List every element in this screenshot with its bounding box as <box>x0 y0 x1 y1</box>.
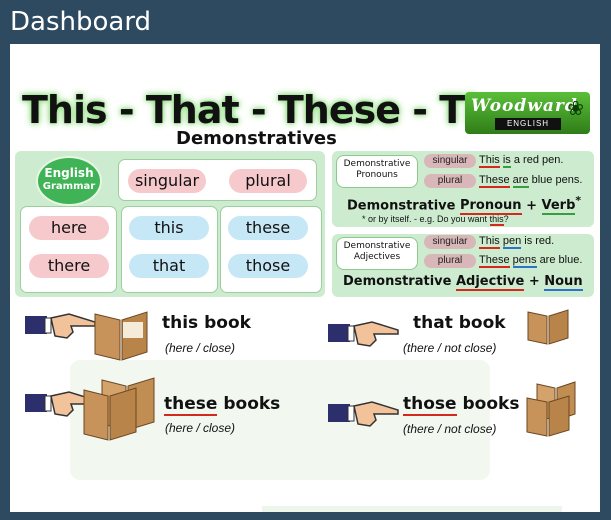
example-word: this <box>162 313 199 333</box>
title-bar: Dashboard <box>0 0 611 44</box>
window-title: Dashboard <box>10 7 152 37</box>
pronoun-example-2: These are blue pens. <box>479 174 583 188</box>
pronouns-singular-tag: singular <box>424 154 476 168</box>
ex-rest: a red pen. <box>513 154 564 166</box>
open-book-icon <box>527 309 569 345</box>
example-that-hint: (there / not close) <box>403 341 497 355</box>
example-noun: books <box>462 394 520 414</box>
example-noun: book <box>204 313 251 333</box>
ex-noun: pen <box>502 235 522 249</box>
pronouns-label: Demonstrative Pronouns <box>336 155 418 188</box>
header-singular: singular <box>128 169 206 193</box>
ex-noun: pens <box>512 254 537 268</box>
adjective-formula: Demonstrative Adjective + Noun <box>343 274 583 291</box>
ex-word: This <box>479 154 500 168</box>
pointing-hand-icon <box>328 401 399 427</box>
badge-line1: English <box>44 166 94 180</box>
woodward-logo: Woodward ❀ ENGLISH <box>465 92 590 134</box>
formula-part: + <box>528 274 540 289</box>
cell-that: that <box>129 254 209 278</box>
formula-part: Noun <box>544 274 583 291</box>
ex-verb: is <box>502 154 511 168</box>
example-noun: book <box>458 313 506 333</box>
example-those-hint: (there / not close) <box>403 422 497 436</box>
ex-word: These <box>479 254 510 268</box>
cell-these: these <box>228 216 308 240</box>
cell-there: there <box>29 254 109 278</box>
english-grammar-badge: English Grammar <box>36 156 102 206</box>
fern-icon: ❀ <box>567 98 584 120</box>
example-these-hint: (here / close) <box>165 421 236 435</box>
cell-those: those <box>228 254 308 278</box>
example-those-books: those books <box>403 394 520 416</box>
open-book-icon <box>83 377 155 441</box>
ex-verb: are <box>512 174 529 188</box>
example-word: that <box>413 313 453 333</box>
example-that-book: that book <box>413 313 506 333</box>
example-this-hint: (here / close) <box>165 341 236 355</box>
note-part: * or by itself. - e.g. Do you want <box>362 214 490 224</box>
adjective-example-2: These pens are blue. <box>479 254 583 268</box>
pronouns-plural-tag: plural <box>424 174 476 188</box>
cell-here: here <box>29 216 109 240</box>
note-part: ? <box>503 214 509 224</box>
formula-part: Demonstrative <box>347 198 456 214</box>
pronoun-example-1: This is a red pen. <box>479 154 564 168</box>
badge-line2: Grammar <box>42 181 96 192</box>
content-panel: This - That - These - Those Demonstrativ… <box>10 44 600 512</box>
adjective-example-1: This pen is red. <box>479 235 555 249</box>
pointing-hand-icon <box>25 313 96 339</box>
example-word: these <box>164 394 218 416</box>
cell-this: this <box>129 216 209 240</box>
adjectives-label: Demonstrative Adjectives <box>336 237 418 270</box>
formula-part: Adjective <box>455 274 525 291</box>
pronoun-note: * or by itself. - e.g. Do you want this? <box>362 214 509 226</box>
adjectives-singular-tag: singular <box>424 235 476 249</box>
example-noun: books <box>223 394 281 414</box>
adjectives-plural-tag: plural <box>424 254 476 268</box>
formula-part: Verb <box>541 198 576 216</box>
formula-star: * <box>575 194 582 207</box>
header-plural: plural <box>229 169 307 193</box>
poster-subtitle: Demonstratives <box>176 128 337 149</box>
open-book-icon <box>526 381 576 437</box>
open-book-icon <box>94 311 148 361</box>
formula-part: Pronoun <box>459 198 522 216</box>
ex-rest: blue pens. <box>531 174 583 186</box>
formula-part: + <box>526 198 537 214</box>
ex-rest: is red. <box>524 235 555 247</box>
bottom-strip <box>262 506 562 512</box>
ex-word: These <box>479 174 510 188</box>
example-these-books: these books <box>164 394 281 416</box>
ex-rest: are blue. <box>539 254 583 266</box>
formula-part: Demonstrative <box>343 274 452 289</box>
pronoun-formula: Demonstrative Pronoun + Verb* <box>347 194 582 216</box>
ex-word: This <box>479 235 500 249</box>
example-this-book: this book <box>162 313 251 333</box>
pointing-hand-icon <box>328 321 399 347</box>
logo-sub: ENGLISH <box>495 118 561 130</box>
note-part: this <box>489 214 504 226</box>
example-word: those <box>403 394 457 416</box>
logo-text: Woodward <box>471 96 578 116</box>
